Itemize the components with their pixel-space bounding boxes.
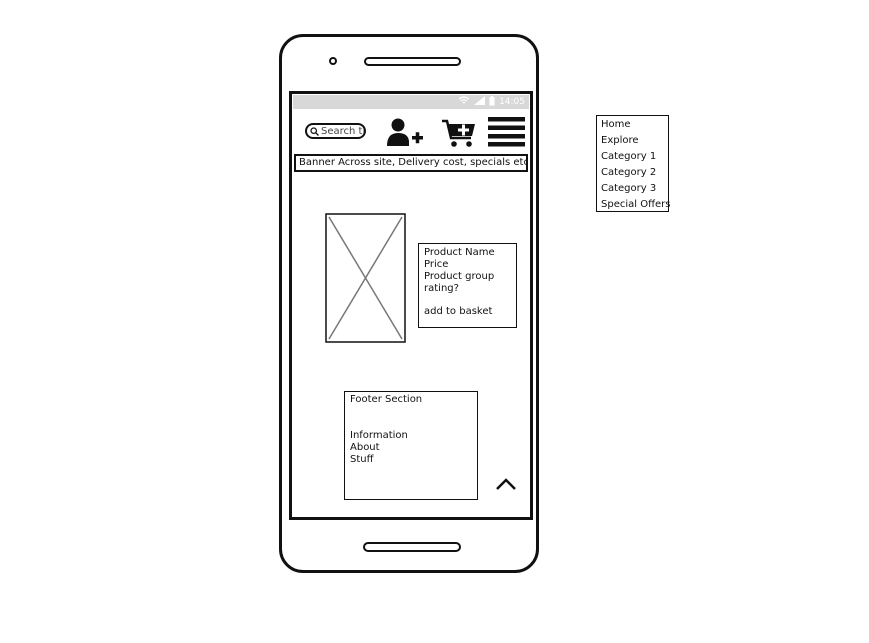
footer-section: Footer Section Information About Stuff [344, 391, 478, 500]
product-group: Product group [424, 271, 495, 282]
nav-item-category-3[interactable]: Category 3 [601, 181, 664, 197]
product-image-placeholder [325, 213, 406, 343]
home-button[interactable] [363, 542, 461, 552]
wifi-icon [458, 96, 470, 108]
status-time: 14:05 [499, 96, 525, 107]
nav-item-special-offers[interactable]: Special Offers [601, 197, 670, 213]
nav-item-category-2[interactable]: Category 2 [601, 165, 664, 181]
signal-icon [474, 96, 486, 108]
product-name: Product Name [424, 247, 495, 258]
camera-icon [329, 57, 337, 65]
nav-item-category-1[interactable]: Category 1 [601, 149, 664, 165]
search-input[interactable]: Search th [305, 123, 366, 139]
nav-dropdown-menu: Home Explore Category 1 Category 2 Categ… [596, 115, 670, 213]
add-to-cart-icon[interactable] [441, 118, 477, 148]
wireframe-canvas: 14:05 Search th Banner Across site, Deli… [0, 0, 869, 643]
product-price: Price [424, 259, 449, 270]
search-placeholder: Search th [321, 125, 366, 137]
footer-link-information[interactable]: Information [350, 430, 472, 442]
add-to-basket-button[interactable]: add to basket [424, 306, 511, 318]
add-user-icon[interactable] [386, 117, 424, 147]
footer-link-about[interactable]: About [350, 442, 472, 454]
nav-item-explore[interactable]: Explore [601, 133, 664, 149]
nav-item-home[interactable]: Home [601, 117, 664, 133]
footer-link-stuff[interactable]: Stuff [350, 454, 472, 466]
speaker-grille [364, 57, 461, 66]
product-rating: rating? [424, 283, 459, 294]
footer-title: Footer Section [350, 394, 423, 405]
chevron-up-icon[interactable] [495, 477, 517, 491]
product-details-card: Product Name Price Product group rating?… [418, 243, 517, 328]
site-banner: Banner Across site, Delivery cost, speci… [294, 154, 528, 172]
status-bar: 14:05 [293, 95, 529, 109]
search-icon [310, 126, 319, 136]
hamburger-menu-icon[interactable] [488, 116, 525, 147]
battery-icon [489, 95, 495, 109]
